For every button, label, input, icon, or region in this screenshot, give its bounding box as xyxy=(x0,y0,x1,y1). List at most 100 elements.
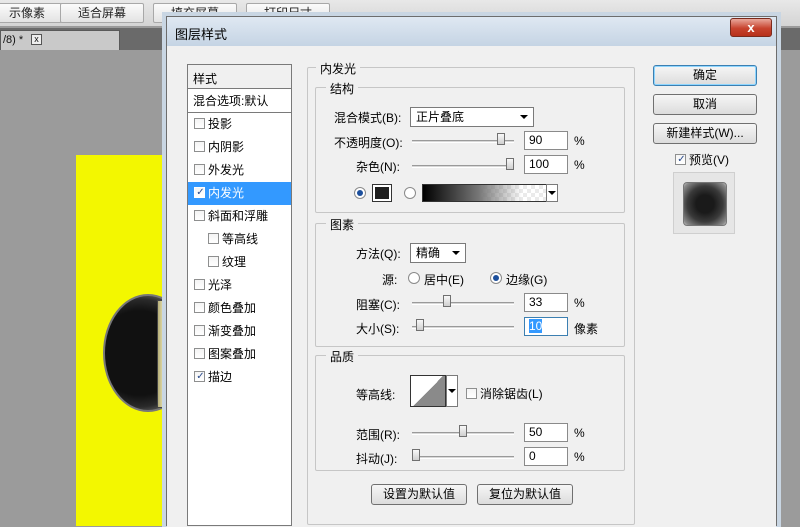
checkbox-icon[interactable] xyxy=(466,388,477,399)
opacity-slider-thumb[interactable] xyxy=(496,133,505,145)
source-label: 源: xyxy=(382,273,398,287)
size-slider[interactable] xyxy=(412,326,514,329)
noise-slider[interactable] xyxy=(412,165,514,168)
style-item-label: 等高线 xyxy=(222,232,259,246)
checkbox-icon[interactable] xyxy=(194,141,205,152)
checkbox-icon[interactable] xyxy=(194,210,205,221)
style-preview-thumbnail xyxy=(673,172,735,234)
preview-label: 预览(V) xyxy=(689,153,729,167)
chevron-down-icon xyxy=(452,251,460,255)
dialog-title: 图层样式 xyxy=(175,27,228,42)
jitter-slider-thumb[interactable] xyxy=(412,449,420,461)
checkbox-icon[interactable] xyxy=(194,325,205,336)
opacity-value: 90 xyxy=(529,133,543,147)
style-item[interactable]: 外发光 xyxy=(188,159,291,182)
style-item-label: 内阴影 xyxy=(208,140,245,154)
noise-slider-thumb[interactable] xyxy=(506,158,514,170)
choke-value: 33 xyxy=(529,295,543,309)
source-center-radio[interactable] xyxy=(408,272,420,284)
document-tab[interactable]: /8) * x xyxy=(0,30,120,50)
choke-slider[interactable] xyxy=(412,302,514,305)
blend-mode-value: 正片叠底 xyxy=(416,110,465,124)
checkbox-icon[interactable] xyxy=(194,187,206,198)
elements-group: 图素 方法(Q): 精确 源: 居中(E) 边缘(G) 阻塞(C): 33 % … xyxy=(315,216,625,347)
style-item[interactable]: 内发光 xyxy=(188,182,291,205)
quality-group: 品质 等高线: 消除锯齿(L) 范围(R): 50 % 抖动(J): 0 % xyxy=(315,348,625,471)
style-item[interactable]: 内阴影 xyxy=(188,136,291,159)
preview-image xyxy=(683,182,727,226)
choke-slider-thumb[interactable] xyxy=(443,295,452,307)
range-slider-thumb[interactable] xyxy=(459,425,467,437)
source-edge-radio[interactable] xyxy=(490,272,502,284)
noise-percent: % xyxy=(574,158,585,172)
dialog-close-button[interactable]: x xyxy=(730,18,772,37)
styles-header[interactable]: 样式 xyxy=(188,65,291,89)
style-item-label: 图案叠加 xyxy=(208,347,257,361)
style-item-label: 光泽 xyxy=(208,278,233,292)
inner-glow-title: 内发光 xyxy=(316,60,361,77)
make-default-button[interactable]: 设置为默认值 xyxy=(371,484,467,505)
ok-button[interactable]: 确定 xyxy=(653,65,757,86)
checkbox-icon[interactable] xyxy=(194,279,205,290)
jitter-percent: % xyxy=(574,450,585,464)
technique-select[interactable]: 精确 xyxy=(410,243,466,263)
noise-value: 100 xyxy=(529,157,550,171)
style-item[interactable]: 图案叠加 xyxy=(188,343,291,366)
style-item[interactable]: 纹理 xyxy=(188,251,291,274)
jitter-slider[interactable] xyxy=(412,456,514,459)
preview-checkbox[interactable]: 预览(V) xyxy=(675,151,729,168)
style-item[interactable]: 描边 xyxy=(188,366,291,389)
noise-input[interactable]: 100 xyxy=(524,155,568,174)
size-slider-thumb[interactable] xyxy=(415,319,424,331)
gradient-radio[interactable] xyxy=(404,187,416,199)
style-item[interactable]: 斜面和浮雕 xyxy=(188,205,291,228)
size-input[interactable]: 10 xyxy=(524,317,568,336)
size-value: 10 xyxy=(529,319,543,333)
blend-mode-select[interactable]: 正片叠底 xyxy=(410,107,534,127)
checkbox-icon[interactable] xyxy=(194,118,205,129)
checkbox-icon[interactable] xyxy=(208,256,219,267)
jitter-input[interactable]: 0 xyxy=(524,447,568,466)
antialias-checkbox[interactable]: 消除锯齿(L) xyxy=(466,385,543,402)
range-input[interactable]: 50 xyxy=(524,423,568,442)
checkbox-icon[interactable] xyxy=(208,233,219,244)
quality-title: 品质 xyxy=(326,348,359,365)
gradient-picker-button[interactable] xyxy=(546,184,558,202)
style-item[interactable]: 颜色叠加 xyxy=(188,297,291,320)
glow-color-swatch[interactable] xyxy=(372,184,392,202)
contour-dropdown-button[interactable] xyxy=(446,375,458,407)
checkbox-icon[interactable] xyxy=(194,371,206,382)
style-item-label: 渐变叠加 xyxy=(208,324,257,338)
cancel-button[interactable]: 取消 xyxy=(653,94,757,115)
size-unit: 像素 xyxy=(574,322,599,336)
source-center-label: 居中(E) xyxy=(424,273,464,287)
style-list: 样式 混合选项:默认 投影内阴影外发光内发光斜面和浮雕等高线纹理光泽颜色叠加渐变… xyxy=(187,64,292,526)
dialog-body: 样式 混合选项:默认 投影内阴影外发光内发光斜面和浮雕等高线纹理光泽颜色叠加渐变… xyxy=(167,47,776,527)
style-item[interactable]: 投影 xyxy=(188,113,291,136)
style-item[interactable]: 渐变叠加 xyxy=(188,320,291,343)
actual-pixels-button[interactable]: 示像素 xyxy=(0,3,62,23)
glow-gradient-swatch[interactable] xyxy=(422,184,548,202)
contour-label: 等高线: xyxy=(356,388,396,402)
layer-style-dialog: 图层样式 x 样式 混合选项:默认 投影内阴影外发光内发光斜面和浮雕等高线纹理光… xyxy=(166,16,777,527)
style-item-label: 纹理 xyxy=(222,255,247,269)
dialog-titlebar[interactable]: 图层样式 x xyxy=(167,17,776,46)
checkbox-icon[interactable] xyxy=(194,164,205,175)
new-style-button[interactable]: 新建样式(W)... xyxy=(653,123,757,144)
close-icon[interactable]: x xyxy=(31,34,42,45)
style-item[interactable]: 等高线 xyxy=(188,228,291,251)
technique-label: 方法(Q): xyxy=(356,247,401,261)
choke-input[interactable]: 33 xyxy=(524,293,568,312)
opacity-input[interactable]: 90 xyxy=(524,131,568,150)
solid-color-radio[interactable] xyxy=(354,187,366,199)
checkbox-icon[interactable] xyxy=(194,348,205,359)
style-item[interactable]: 光泽 xyxy=(188,274,291,297)
checkbox-icon[interactable] xyxy=(194,302,205,313)
style-item-label: 外发光 xyxy=(208,163,245,177)
fit-screen-button[interactable]: 适合屏幕 xyxy=(60,3,144,23)
checkbox-icon[interactable] xyxy=(675,154,687,165)
reset-default-button[interactable]: 复位为默认值 xyxy=(477,484,573,505)
jitter-label: 抖动(J): xyxy=(356,452,398,466)
contour-picker[interactable] xyxy=(410,375,446,407)
blending-options-item[interactable]: 混合选项:默认 xyxy=(188,89,291,113)
